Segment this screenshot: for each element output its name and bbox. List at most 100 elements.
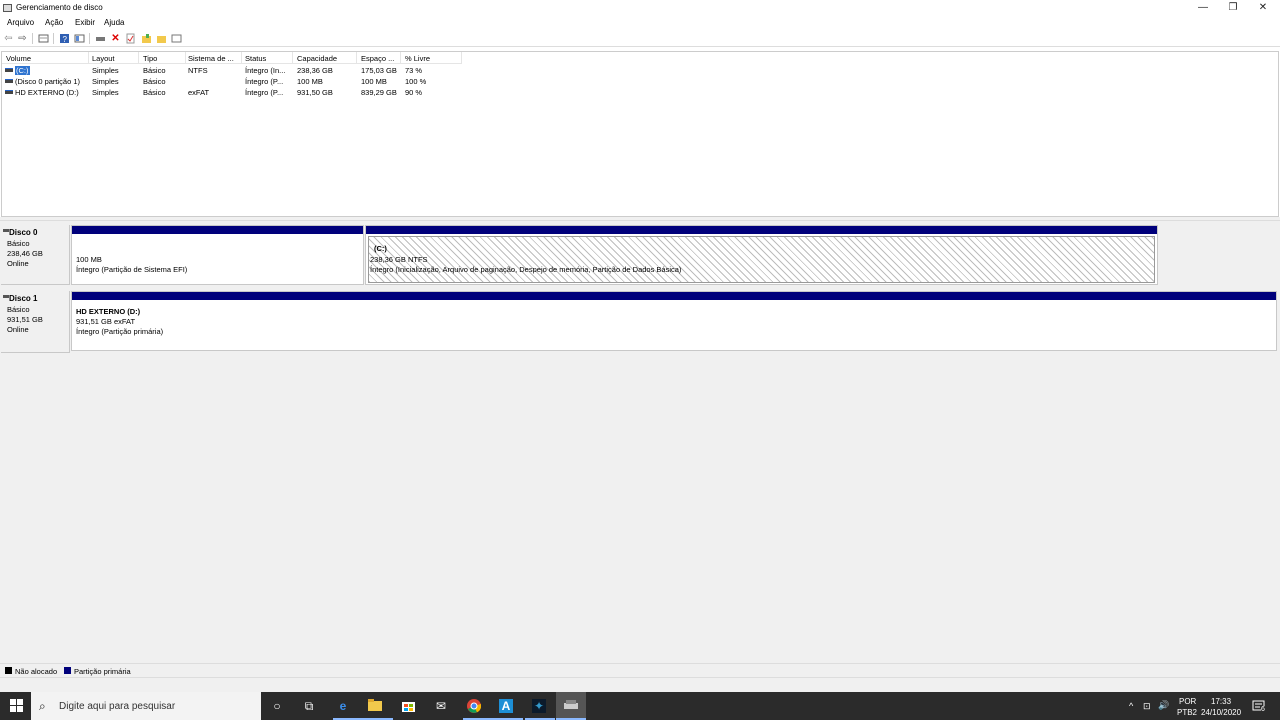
search-icon: ⌕ xyxy=(39,699,46,713)
volume-row[interactable]: (C:) Simples Básico NTFS Íntegro (In... … xyxy=(2,65,462,76)
partition-size: 100 MB xyxy=(76,255,102,264)
search-placeholder: Digite aqui para pesquisar xyxy=(59,701,176,712)
menu-acao[interactable]: Ação xyxy=(45,18,63,27)
volume-row[interactable]: (Disco 0 partição 1) Simples Básico Ínte… xyxy=(2,76,462,87)
disk-name: Disco 0 xyxy=(9,228,38,237)
title-bar: Gerenciamento de disco — ❐ ✕ xyxy=(0,0,1280,15)
column-divider xyxy=(461,52,462,64)
forward-arrow-icon[interactable]: ⇨ xyxy=(17,33,28,44)
check-icon[interactable] xyxy=(125,33,136,44)
edge-icon[interactable]: e xyxy=(336,699,350,713)
column-divider xyxy=(185,52,186,64)
partition-c[interactable]: (C:) 238,36 GB NTFS Íntegro (Inicializaç… xyxy=(365,225,1158,285)
volume-tipo: Básico xyxy=(143,66,166,75)
column-divider xyxy=(88,52,89,64)
maximize-button[interactable]: ❐ xyxy=(1218,0,1248,15)
volume-capacidade: 931,50 GB xyxy=(297,88,333,97)
clock-date[interactable]: 24/10/2020 xyxy=(1201,708,1241,717)
taskbar-search[interactable]: ⌕ Digite aqui para pesquisar xyxy=(31,692,261,720)
windows-start-icon[interactable] xyxy=(9,699,23,713)
partition-efi[interactable]: 100 MB Íntegro (Partição de Sistema EFI) xyxy=(71,225,364,285)
cortana-icon[interactable]: ○ xyxy=(270,699,284,713)
clock-time[interactable]: 17:33 xyxy=(1211,697,1231,706)
minimize-button[interactable]: — xyxy=(1188,0,1218,15)
partition-size: 238,36 GB NTFS xyxy=(370,255,428,264)
task-view-icon[interactable]: ⧉ xyxy=(302,699,316,713)
column-divider xyxy=(292,52,293,64)
notification-center-icon[interactable]: 6 xyxy=(1252,699,1266,713)
column-sistema[interactable]: Sistema de ... xyxy=(188,54,242,63)
column-tipo[interactable]: Tipo xyxy=(143,54,187,63)
show-hidden-icons-icon[interactable]: ^ xyxy=(1129,701,1133,711)
partition-d[interactable]: HD EXTERNO (D:) 931,51 GB exFAT Íntegro … xyxy=(71,291,1277,351)
legend: Não alocado Partição primária xyxy=(0,663,1280,677)
help-icon[interactable]: ? xyxy=(59,33,70,44)
app-a-icon[interactable]: A xyxy=(499,699,513,713)
column-divider xyxy=(356,52,357,64)
menu-arquivo[interactable]: Arquivo xyxy=(7,18,34,27)
volume-name: (C:) xyxy=(15,66,30,75)
folder-new-icon[interactable] xyxy=(141,33,152,44)
column-layout[interactable]: Layout xyxy=(92,54,138,63)
volume-espaco: 175,03 GB xyxy=(361,66,397,75)
selected-partition-hatch xyxy=(368,236,1155,283)
disk-management-icon xyxy=(3,4,12,12)
column-status[interactable]: Status xyxy=(245,54,291,63)
disk-management-taskbar-button[interactable] xyxy=(556,692,586,720)
notification-count: 6 xyxy=(1261,706,1265,713)
mail-icon[interactable]: ✉ xyxy=(434,699,448,713)
volume-tipo: Básico xyxy=(143,77,166,86)
disk-1-info[interactable]: Disco 1 Básico 931,51 GB Online xyxy=(1,291,70,353)
column-livre[interactable]: % Livre xyxy=(405,54,459,63)
column-volume[interactable]: Volume xyxy=(6,54,88,63)
volume-row[interactable]: HD EXTERNO (D:) Simples Básico exFAT Ínt… xyxy=(2,87,462,98)
delete-icon[interactable]: ✕ xyxy=(110,33,121,44)
legend-primary: Partição primária xyxy=(74,667,131,676)
disk-state: Online xyxy=(7,325,29,334)
volume-layout: Simples xyxy=(92,88,119,97)
chrome-icon[interactable] xyxy=(467,699,482,713)
volume-espaco: 839,29 GB xyxy=(361,88,397,97)
disk-type: Básico xyxy=(7,305,30,314)
volume-status: Íntegro (P... xyxy=(245,77,284,86)
disk-name: Disco 1 xyxy=(9,294,38,303)
connect-disk-icon[interactable] xyxy=(95,33,106,44)
volume-layout: Simples xyxy=(92,77,119,86)
view-icon[interactable] xyxy=(74,33,85,44)
volume-list[interactable]: Volume Layout Tipo Sistema de ... Status… xyxy=(1,51,1279,217)
store-icon[interactable] xyxy=(401,699,415,713)
volume-livre: 90 % xyxy=(405,88,423,97)
volume-icon[interactable]: 🔊 xyxy=(1158,700,1169,711)
volume-icon xyxy=(5,79,13,83)
menu-ajuda[interactable]: Ajuda xyxy=(104,18,124,27)
volume-layout: Simples xyxy=(92,66,119,75)
disk-size: 931,51 GB xyxy=(7,315,43,324)
volume-sistema: NTFS xyxy=(188,66,208,75)
column-capacidade[interactable]: Capacidade xyxy=(297,54,355,63)
disk-management-taskbar-icon xyxy=(564,699,578,713)
menu-exibir[interactable]: Exibir xyxy=(75,18,95,27)
volume-livre: 73 % xyxy=(405,66,423,75)
toolbar: ⇦ ⇨ ? ✕ xyxy=(0,30,1280,47)
app-dark-icon[interactable]: ✦ xyxy=(532,699,546,713)
disk-0-info[interactable]: Disco 0 Básico 238,46 GB Online xyxy=(1,225,70,285)
primary-partition-swatch xyxy=(64,667,71,674)
partition-title: HD EXTERNO (D:) xyxy=(76,307,141,316)
column-divider xyxy=(138,52,139,64)
disk-type: Básico xyxy=(7,239,30,248)
volume-status: Íntegro (P... xyxy=(245,88,284,97)
disk-map-pane[interactable]: Disco 0 Básico 238,46 GB Online 100 MB Í… xyxy=(0,220,1280,665)
properties-list-icon[interactable] xyxy=(38,33,49,44)
column-espaco[interactable]: Espaço ... xyxy=(361,54,401,63)
settings-panel-icon[interactable] xyxy=(171,33,182,44)
network-icon[interactable]: ⊡ xyxy=(1143,701,1151,712)
folder-icon[interactable] xyxy=(156,33,167,44)
file-explorer-icon[interactable] xyxy=(368,699,382,713)
keyboard-layout[interactable]: PTB2 xyxy=(1177,708,1197,717)
disk-state: Online xyxy=(7,259,29,268)
close-button[interactable]: ✕ xyxy=(1248,0,1278,15)
back-arrow-icon[interactable]: ⇦ xyxy=(3,33,14,44)
language-indicator[interactable]: POR xyxy=(1179,697,1196,706)
column-divider xyxy=(400,52,401,64)
partition-status: Íntegro (Partição primária) xyxy=(76,327,164,336)
